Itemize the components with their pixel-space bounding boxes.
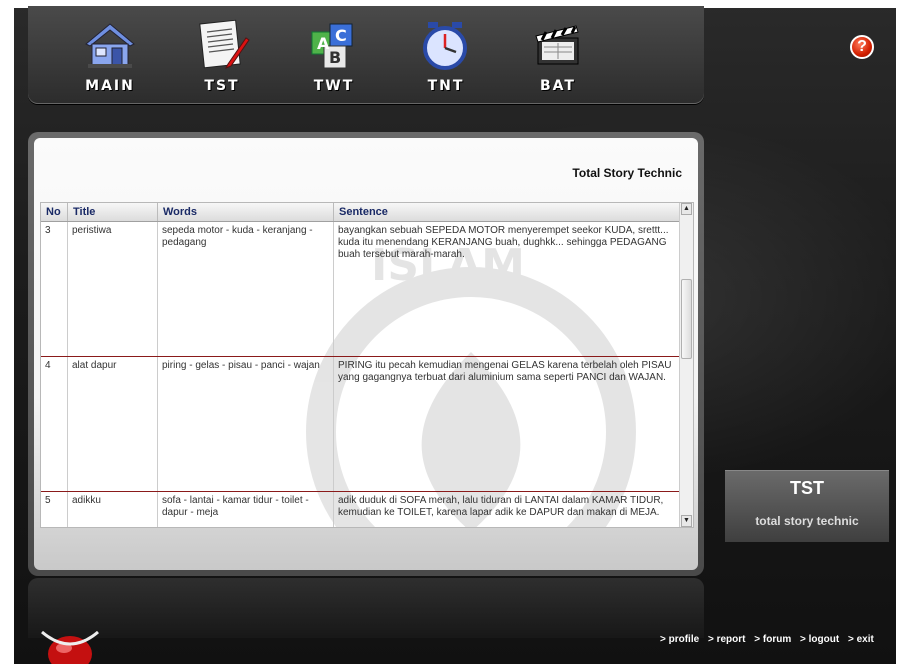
cell-sentence: bayangkan sebuah SEPEDA MOTOR menyerempe… — [338, 225, 669, 260]
app-window: MAIN TST A C B TWT TNT BAT ? Total Story… — [0, 0, 902, 664]
column-header-sentence[interactable]: Sentence — [334, 203, 679, 221]
column-header-title[interactable]: Title — [68, 203, 158, 221]
house-icon — [85, 23, 135, 68]
clock-icon — [423, 22, 467, 70]
left-border — [0, 0, 14, 664]
brand-logo-icon — [41, 630, 99, 664]
nav-twt-label: TWT — [313, 78, 355, 94]
abc-blocks-icon: A C B — [311, 23, 353, 69]
footer-link-profile[interactable]: > profile — [660, 634, 699, 645]
table-row[interactable]: 4 alat dapur piring - gelas - pisau - pa… — [41, 357, 679, 492]
nav-bat[interactable]: BAT — [518, 14, 598, 104]
section-info-box: TST total story technic — [725, 470, 889, 542]
nav-main-label: MAIN — [85, 78, 135, 94]
svg-text:C: C — [335, 26, 347, 45]
section-abbrev: TST — [790, 478, 824, 498]
cell-title: adikku — [68, 492, 158, 527]
content-panel: Total Story Technic No Title Words Sente… — [34, 138, 698, 570]
footer-nav: > profile > report > forum > logout > ex… — [660, 634, 880, 648]
nav-tnt[interactable]: TNT — [406, 14, 486, 104]
table-row[interactable]: 5 adikku sofa - lantai - kamar tidur - t… — [41, 492, 679, 527]
table-body: ISLAM 3 peristiwa sepeda motor - kuda - … — [41, 222, 679, 527]
column-header-words[interactable]: Words — [158, 203, 334, 221]
nav-twt[interactable]: A C B TWT — [294, 14, 374, 104]
footer-link-logout[interactable]: > logout — [800, 634, 839, 645]
footer-link-exit[interactable]: > exit — [848, 634, 874, 645]
column-header-no[interactable]: No — [41, 203, 68, 221]
cell-sentence: adik duduk di SOFA merah, lalu tiduran d… — [338, 495, 664, 518]
nav-tnt-label: TNT — [427, 78, 465, 94]
bottom-reflection — [28, 578, 704, 638]
scroll-down-icon[interactable]: ▼ — [681, 515, 692, 527]
scroll-thumb[interactable] — [681, 279, 692, 359]
cell-no: 4 — [41, 357, 68, 491]
footer-link-report[interactable]: > report — [708, 634, 746, 645]
nav-tst[interactable]: TST — [182, 14, 262, 104]
right-border — [896, 0, 902, 664]
table-header: No Title Words Sentence — [41, 203, 679, 222]
help-button[interactable]: ? — [850, 35, 874, 59]
cell-words: sofa - lantai - kamar tidur - toilet - d… — [158, 492, 334, 527]
table-scrollbar[interactable]: ▲ ▼ — [679, 203, 693, 527]
document-pen-icon — [199, 19, 250, 69]
nav-bat-label: BAT — [540, 78, 576, 94]
nav-main[interactable]: MAIN — [70, 14, 150, 104]
story-table: No Title Words Sentence ISLAM 3 peristiw… — [40, 202, 694, 528]
svg-text:B: B — [329, 48, 341, 67]
cell-sentence: PIRING itu pecah kemudian mengenai GELAS… — [338, 360, 672, 383]
cell-no: 5 — [41, 492, 68, 527]
table-row[interactable]: 3 peristiwa sepeda motor - kuda - keranj… — [41, 222, 679, 357]
scroll-up-icon[interactable]: ▲ — [681, 203, 692, 215]
page-title: Total Story Technic — [572, 166, 682, 180]
cell-words: sepeda motor - kuda - keranjang - pedaga… — [158, 222, 334, 356]
cell-title: peristiwa — [68, 222, 158, 356]
cell-words: piring - gelas - pisau - panci - wajan — [158, 357, 334, 491]
cell-no: 3 — [41, 222, 68, 356]
cell-title: alat dapur — [68, 357, 158, 491]
top-navbar: MAIN TST A C B TWT TNT BAT — [28, 6, 704, 104]
section-full-name: total story technic — [755, 514, 859, 528]
nav-tst-label: TST — [204, 78, 240, 94]
clapperboard-icon — [535, 25, 579, 65]
footer-link-forum[interactable]: > forum — [754, 634, 791, 645]
